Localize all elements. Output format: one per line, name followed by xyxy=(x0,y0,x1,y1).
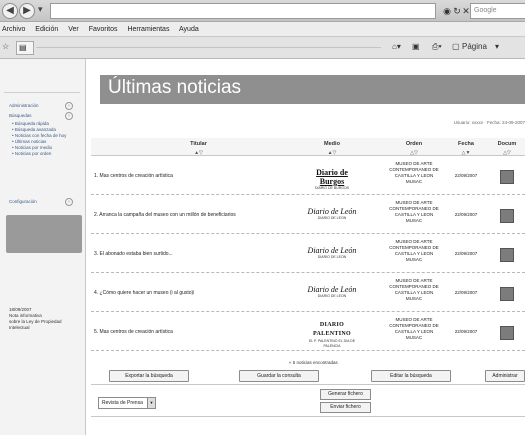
expand-icon[interactable]: › xyxy=(65,198,73,206)
print-icon[interactable]: ⎙▾ xyxy=(432,42,442,52)
column-header[interactable]: Titular xyxy=(91,141,306,147)
media-logo: Diario de Burgos DIARIO DE BURGOS xyxy=(314,168,350,190)
generate-file-button[interactable]: Generar fichero xyxy=(320,389,371,400)
menu-edicion[interactable]: Edición xyxy=(35,26,58,33)
headline-link[interactable]: 4. ¿Cómo quiere hacer un museo (i al gus… xyxy=(94,290,194,296)
sidebar-subitem[interactable]: • Búsqueda rápida xyxy=(12,121,49,126)
date-text: 22/09/2007 xyxy=(454,173,478,178)
sidebar-date: 18/09/2007 xyxy=(9,307,32,312)
media-logo: Diario de León DIARIO DE LEON xyxy=(307,285,357,298)
sort-arrows-icon[interactable]: △▽ xyxy=(386,150,442,156)
sort-arrows-icon[interactable]: △▼ xyxy=(452,150,480,156)
browser-title-bar: ◀ ▶ ▾ ◉ ↻ ✕ Google xyxy=(0,0,525,22)
date-text: 22/09/2007 xyxy=(454,329,478,334)
sidebar-note-link[interactable]: Nota informativa xyxy=(9,313,42,318)
sidebar-subitem[interactable]: • Últimas noticias xyxy=(12,139,46,144)
feeds-icon[interactable]: ▣ xyxy=(412,42,420,51)
chevron-down-icon[interactable]: ▼ xyxy=(147,398,155,408)
date-text: 22/09/2007 xyxy=(454,290,478,295)
headline-link[interactable]: 1. Mas centros de creación artística xyxy=(94,173,173,179)
page-menu-icon[interactable]: ▢ xyxy=(452,42,460,51)
document-thumbnail-icon[interactable] xyxy=(500,209,514,223)
document-thumbnail-icon[interactable] xyxy=(500,326,514,340)
menu-herramientas[interactable]: Herramientas xyxy=(127,26,169,33)
table-row[interactable]: 3. El abonado estaba bien surtido... Dia… xyxy=(91,235,525,273)
page-menu-label[interactable]: Página xyxy=(462,42,487,51)
column-header[interactable]: Orden xyxy=(386,141,442,147)
column-header[interactable]: Fecha xyxy=(452,141,480,147)
page-title: Últimas noticias xyxy=(108,77,242,98)
sidebar: Administración › Búsquedas › • Búsqueda … xyxy=(0,59,86,435)
sidebar-banner xyxy=(6,215,82,253)
page-header: Últimas noticias xyxy=(100,75,525,104)
tab-strip xyxy=(36,47,381,48)
document-thumbnail-icon[interactable] xyxy=(500,170,514,184)
column-header[interactable]: Docum xyxy=(489,141,525,147)
table-row[interactable]: 1. Mas centros de creación artística Dia… xyxy=(91,157,525,195)
result-count: « 5 noticias encontradas xyxy=(289,360,338,365)
home-icon[interactable]: ⌂▾ xyxy=(392,42,401,51)
edit-search-button[interactable]: Editar la búsqueda xyxy=(371,370,451,382)
order-text: MUSEO DE ARTE CONTEMPORANEO DE CASTILLA … xyxy=(389,161,439,184)
order-text: MUSEO DE ARTE CONTEMPORANEO DE CASTILLA … xyxy=(389,278,439,301)
tab-toolbar: ☆ ▤ ⌂▾ ▣ ⎙▾ ▢ Página ▾ xyxy=(0,37,525,59)
document-thumbnail-icon[interactable] xyxy=(500,287,514,301)
save-query-button[interactable]: Guardar la consulta xyxy=(239,370,319,382)
headline-link[interactable]: 5. Mas centros de creación artística xyxy=(94,329,173,335)
table-row[interactable]: 2. Arranca la campaña del museo con un m… xyxy=(91,196,525,234)
sidebar-note-link[interactable]: Intelectual xyxy=(9,325,30,330)
sidebar-subitem[interactable]: • Noticias con fecha de hoy xyxy=(12,133,66,138)
sidebar-item-administracion[interactable]: Administración xyxy=(9,103,39,108)
report-type-select[interactable]: Revista de Prensa ▼ xyxy=(98,397,156,409)
sidebar-logo xyxy=(4,79,80,93)
rss-icon[interactable]: ◉ xyxy=(442,6,452,16)
export-bar: Revista de Prensa ▼ Generar fichero Envi… xyxy=(91,384,525,417)
order-text: MUSEO DE ARTE CONTEMPORANEO DE CASTILLA … xyxy=(389,239,439,262)
menu-ayuda[interactable]: Ayuda xyxy=(179,26,199,33)
address-bar[interactable] xyxy=(50,3,436,19)
column-header[interactable]: Medio xyxy=(306,141,358,147)
date-text: 22/09/2007 xyxy=(454,251,478,256)
sort-arrows-icon[interactable]: △▽ xyxy=(489,150,525,156)
media-logo: DIARIO PALENTINO EL P. PALENTINO EL DIA … xyxy=(308,322,356,348)
menu-favoritos[interactable]: Favoritos xyxy=(89,26,118,33)
expand-icon[interactable]: › xyxy=(65,112,73,120)
media-logo: Diario de León DIARIO DE LEON xyxy=(307,246,357,259)
history-dropdown-icon[interactable]: ▾ xyxy=(38,4,43,15)
headline-link[interactable]: 3. El abonado estaba bien surtido... xyxy=(94,251,173,257)
table-row[interactable]: 4. ¿Cómo quiere hacer un museo (i al gus… xyxy=(91,274,525,312)
menu-ver[interactable]: Ver xyxy=(68,26,79,33)
sidebar-subitem[interactable]: • Búsqueda avanzada xyxy=(12,127,56,132)
browser-tab[interactable]: ▤ xyxy=(16,41,34,55)
table-header: Titular ▲▽ Medio ▲▽ Orden △▽ Fecha △▼ Do… xyxy=(91,138,525,156)
sidebar-note-link[interactable]: sobre la Ley de Propiedad xyxy=(9,319,62,324)
date-text: 22/09/2007 xyxy=(454,212,478,217)
headline-link[interactable]: 2. Arranca la campaña del museo con un m… xyxy=(94,212,236,218)
user-info: Usuario: xxxxx · Fecha: 24-09-2007 xyxy=(453,120,525,125)
document-thumbnail-icon[interactable] xyxy=(500,248,514,262)
back-button[interactable]: ◀ xyxy=(2,3,18,19)
table-row[interactable]: 5. Mas centros de creación artística DIA… xyxy=(91,313,525,351)
favorites-star-icon[interactable]: ☆ xyxy=(2,42,9,51)
page-menu-chevron-icon[interactable]: ▾ xyxy=(495,42,499,51)
admin-button[interactable]: Administrar xyxy=(485,370,525,382)
menu-bar: Archivo Edición Ver Favoritos Herramient… xyxy=(0,22,525,37)
menu-archivo[interactable]: Archivo xyxy=(2,26,25,33)
sort-arrows-icon[interactable]: ▲▽ xyxy=(306,150,358,156)
sidebar-subitem[interactable]: • Noticias por orden xyxy=(12,151,51,156)
search-input[interactable]: Google xyxy=(470,3,525,19)
sort-arrows-icon[interactable]: ▲▽ xyxy=(91,150,306,156)
order-text: MUSEO DE ARTE CONTEMPORANEO DE CASTILLA … xyxy=(389,200,439,223)
main-content: Últimas noticias Usuario: xxxxx · Fecha:… xyxy=(86,59,525,435)
sidebar-item-busquedas[interactable]: Búsquedas xyxy=(9,113,32,118)
send-file-button[interactable]: Enviar fichero xyxy=(320,402,371,413)
sidebar-item-configuracion[interactable]: Configuración xyxy=(9,199,37,204)
expand-icon[interactable]: › xyxy=(65,102,73,110)
forward-button[interactable]: ▶ xyxy=(19,3,35,19)
news-table: Titular ▲▽ Medio ▲▽ Orden △▽ Fecha △▼ Do… xyxy=(91,138,525,398)
export-search-button[interactable]: Exportar la búsqueda xyxy=(109,370,189,382)
order-text: MUSEO DE ARTE CONTEMPORANEO DE CASTILLA … xyxy=(389,317,439,340)
media-logo: Diario de León DIARIO DE LEON xyxy=(307,207,357,220)
sidebar-subitem[interactable]: • Noticias por medio xyxy=(12,145,52,150)
